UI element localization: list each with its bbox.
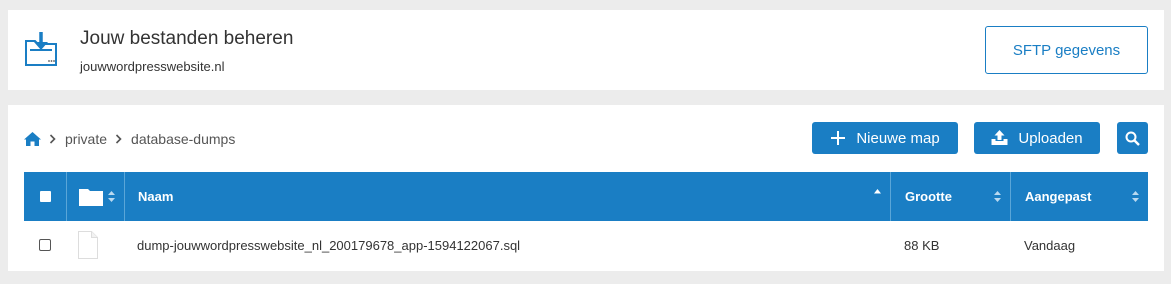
sort-icon <box>994 191 1001 202</box>
modified-header-label: Aangepast <box>1025 189 1092 204</box>
sort-ascending-icon <box>874 189 881 194</box>
breadcrumb-item-private[interactable]: private <box>65 131 107 147</box>
folder-icon <box>79 188 103 206</box>
sort-icon <box>1132 191 1139 202</box>
download-folder-icon <box>24 31 58 67</box>
new-folder-button[interactable]: Nieuwe map <box>812 122 958 154</box>
file-size: 88 KB <box>904 237 940 253</box>
upload-button[interactable]: Uploaden <box>974 122 1100 154</box>
home-icon[interactable] <box>24 132 41 146</box>
domain-label: jouwwordpresswebsite.nl <box>80 59 225 74</box>
upload-icon <box>991 130 1008 146</box>
row-checkbox-cell <box>24 221 66 269</box>
table-row[interactable]: dump-jouwwordpresswebsite_nl_200179678_a… <box>24 221 1148 269</box>
table-header: Naam Grootte Aangepast <box>24 172 1148 221</box>
select-all-cell <box>24 172 66 221</box>
file-icon <box>78 221 118 269</box>
row-checkbox[interactable] <box>39 239 51 251</box>
size-header-label: Grootte <box>905 189 952 204</box>
page-title: Jouw bestanden beheren <box>80 28 294 49</box>
sort-icon <box>108 191 115 202</box>
select-all-checkbox[interactable] <box>39 191 51 202</box>
new-folder-label: Nieuwe map <box>856 129 940 147</box>
plus-icon <box>830 130 846 146</box>
file-name[interactable]: dump-jouwwordpresswebsite_nl_200179678_a… <box>137 221 520 269</box>
chevron-right-icon <box>49 134 56 144</box>
chevron-right-icon <box>115 134 122 144</box>
modified-column-header[interactable]: Aangepast <box>1010 172 1148 221</box>
upload-label: Uploaden <box>1018 129 1083 147</box>
file-manager-card: private database-dumps Nieuwe map Upload… <box>8 105 1164 271</box>
size-column-header[interactable]: Grootte <box>890 172 1010 221</box>
name-header-label: Naam <box>138 189 174 204</box>
sftp-details-button[interactable]: SFTP gegevens <box>985 26 1148 74</box>
file-modified: Vandaag <box>1024 237 1076 253</box>
name-column-header[interactable]: Naam <box>124 172 890 221</box>
header-card: Jouw bestanden beheren jouwwordpresswebs… <box>8 10 1164 90</box>
search-icon <box>1125 131 1140 146</box>
type-column-header[interactable] <box>66 172 124 221</box>
breadcrumb: private database-dumps <box>24 130 235 148</box>
breadcrumb-item-database-dumps: database-dumps <box>131 131 236 147</box>
search-button[interactable] <box>1117 122 1148 154</box>
